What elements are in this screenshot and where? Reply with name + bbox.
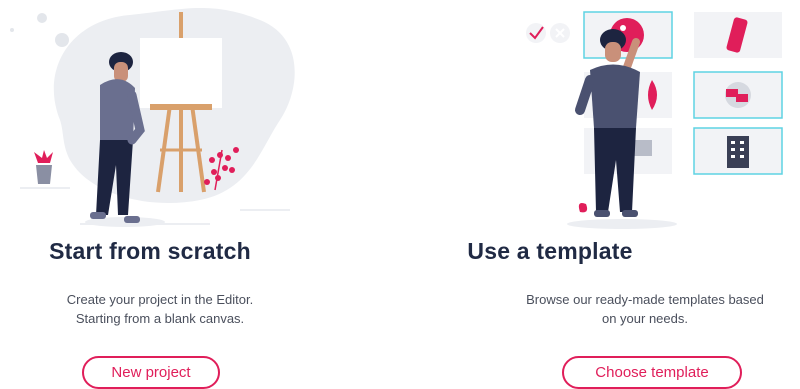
choose-template-button[interactable]: Choose template	[562, 356, 742, 389]
scratch-desc-line2: Starting from a blank canvas.	[75, 311, 245, 326]
template-selection-illustration	[526, 11, 783, 229]
close-icon	[550, 23, 570, 43]
template-title: Use a template	[467, 238, 633, 264]
new-project-button[interactable]: New project	[82, 356, 220, 389]
building-icon	[727, 136, 749, 168]
template-desc-line2: on your needs.	[601, 311, 688, 326]
template-description: Browse our ready-made templates based on…	[490, 290, 800, 328]
scratch-title: Start from scratch	[49, 238, 251, 264]
scratch-description: Create your project in the Editor. Start…	[0, 290, 320, 328]
plant-pot-icon	[34, 150, 53, 184]
scratch-desc-line1: Create your project in the Editor.	[66, 292, 254, 307]
decor-dot	[37, 13, 47, 23]
template-desc-line1: Browse our ready-made templates based	[526, 292, 764, 307]
decor-dot	[55, 33, 69, 47]
check-icon	[526, 23, 546, 43]
artist-easel-illustration	[10, 8, 295, 227]
use-template-card: Use a template Browse our ready-made tem…	[400, 0, 800, 389]
floor-shadow	[567, 219, 677, 229]
start-from-scratch-card: Start from scratch Create your project i…	[0, 0, 400, 389]
leaf-icon	[578, 203, 588, 213]
decor-dot	[10, 28, 14, 32]
